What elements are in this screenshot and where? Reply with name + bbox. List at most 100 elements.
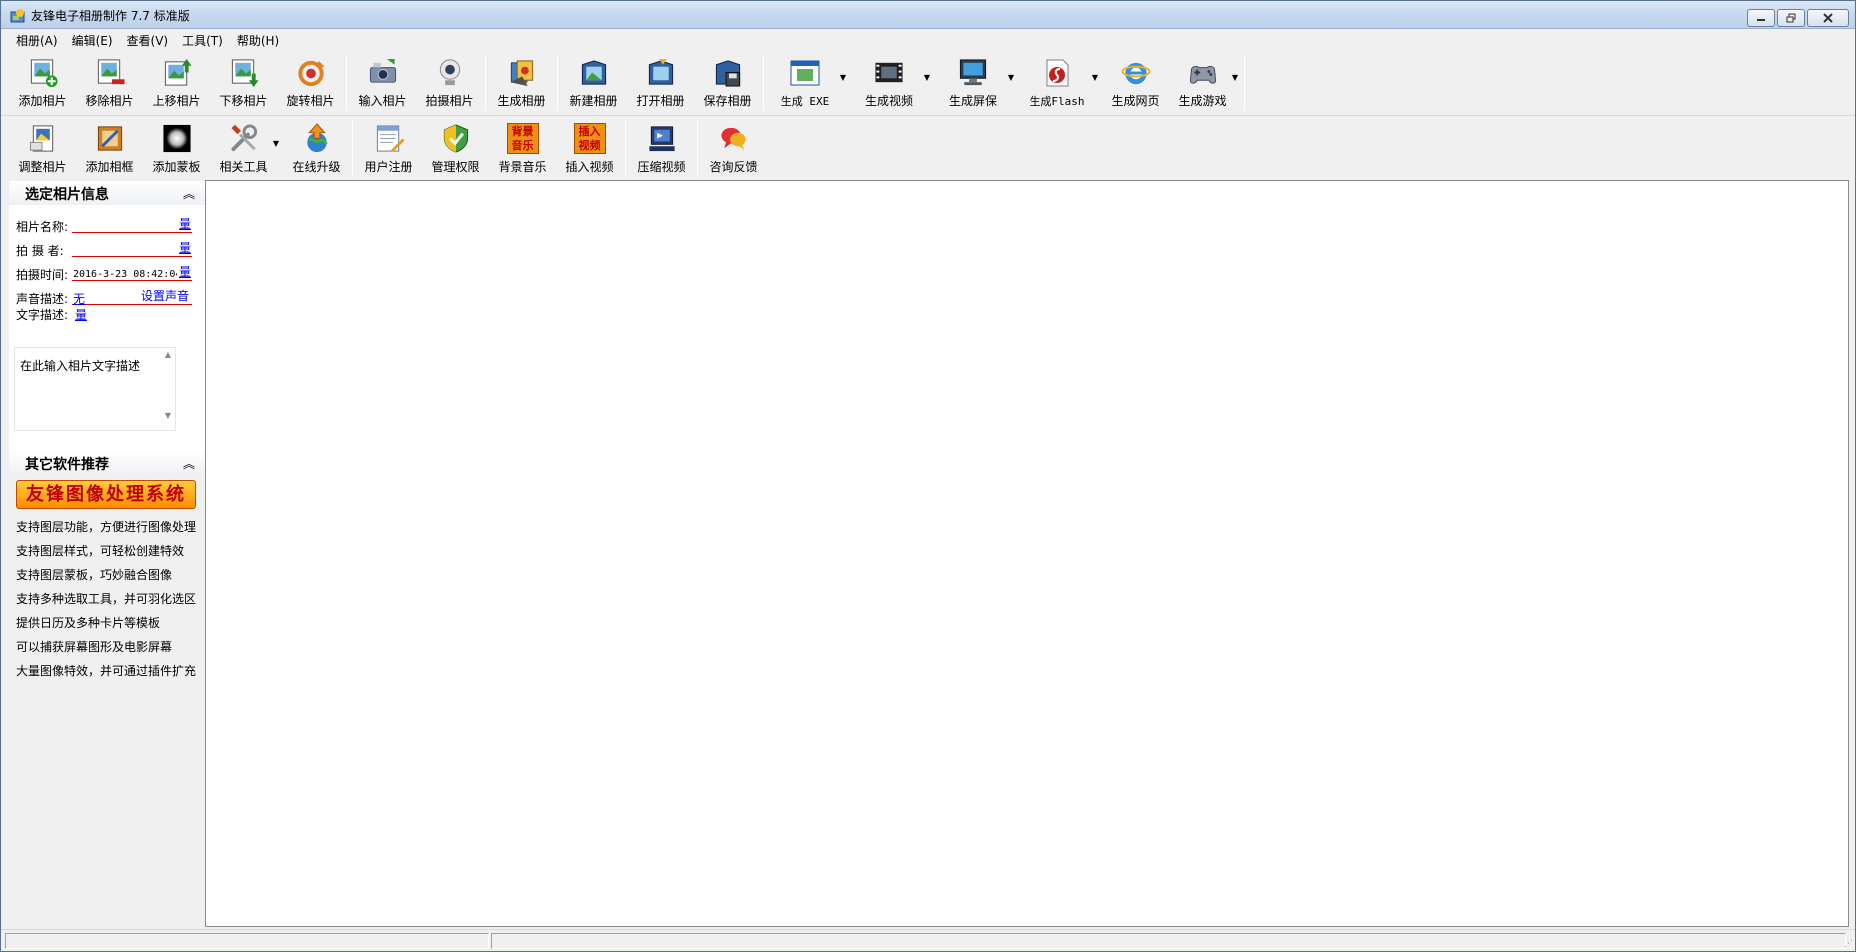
manage-permissions-button[interactable]: 管理权限 bbox=[422, 117, 489, 175]
generate-exe-dropdown[interactable]: ▼ bbox=[836, 51, 850, 109]
list-item: 支持图层蒙板，巧妙融合图像 bbox=[16, 568, 173, 582]
related-tools-button[interactable]: 相关工具 bbox=[210, 117, 277, 175]
text-desc-batch-link[interactable]: 量 bbox=[75, 306, 87, 323]
toolbar-separator bbox=[625, 121, 626, 177]
menu-tools[interactable]: 工具(T) bbox=[175, 30, 230, 51]
remove-photo-button[interactable]: 移除相片 bbox=[76, 51, 143, 109]
album-workspace[interactable] bbox=[205, 180, 1849, 927]
save-album-label: 保存相册 bbox=[703, 94, 752, 108]
new-album-label: 新建相册 bbox=[569, 94, 618, 108]
list-item: 提供日历及多种卡片等模板 bbox=[16, 616, 161, 630]
resize-grip-icon[interactable]: ⋰ bbox=[1844, 939, 1853, 949]
window-title: 友锋电子相册制作 7.7 标准版 bbox=[31, 9, 190, 23]
add-frame-button[interactable]: 添加相框 bbox=[76, 117, 143, 175]
image-system-banner[interactable]: 友锋图像处理系统 bbox=[16, 480, 196, 509]
generate-exe-button[interactable]: 生成 EXE bbox=[766, 51, 844, 109]
generate-screensaver-button[interactable]: 生成屏保 bbox=[934, 51, 1012, 109]
photographer-batch-link[interactable]: 量 bbox=[179, 239, 191, 256]
save-album-button[interactable]: 保存相册 bbox=[694, 51, 761, 109]
generate-game-dropdown[interactable]: ▼ bbox=[1228, 51, 1242, 109]
generate-flash-button[interactable]: 生成Flash bbox=[1018, 51, 1096, 109]
user-register-button[interactable]: 用户注册 bbox=[355, 117, 422, 175]
toolbar-separator bbox=[697, 121, 698, 177]
restore-button[interactable] bbox=[1777, 9, 1805, 27]
toolbar-separator bbox=[1244, 55, 1245, 111]
menu-album[interactable]: 相册(A) bbox=[9, 30, 65, 51]
toolbar-separator bbox=[485, 55, 486, 111]
webcam-icon bbox=[439, 59, 460, 86]
collapse-icon[interactable]: ︽ bbox=[183, 185, 195, 202]
remove-photo-label: 移除相片 bbox=[85, 94, 134, 108]
generate-album-button[interactable]: 生成相册 bbox=[488, 51, 555, 109]
capture-photo-label: 拍摄相片 bbox=[425, 94, 474, 108]
photographer-label: 拍 摄 者: bbox=[16, 244, 64, 258]
scroll-down-icon[interactable]: ▼ bbox=[161, 411, 175, 420]
menu-help[interactable]: 帮助(H) bbox=[230, 30, 286, 51]
new-album-icon bbox=[581, 60, 606, 85]
sound-desc-value[interactable]: 无 bbox=[73, 290, 85, 307]
related-tools-dropdown[interactable]: ▼ bbox=[269, 117, 283, 175]
recommend-header[interactable]: 其它软件推荐 ︽ bbox=[9, 451, 205, 475]
toolbar-separator bbox=[557, 55, 558, 111]
set-sound-link[interactable]: 设置声音 bbox=[141, 287, 189, 304]
move-up-button[interactable]: 上移相片 bbox=[143, 51, 210, 109]
menu-edit[interactable]: 编辑(E) bbox=[65, 30, 120, 51]
background-music-icon: 背景 音乐 bbox=[506, 123, 539, 154]
move-up-label: 上移相片 bbox=[152, 94, 201, 108]
menu-view[interactable]: 查看(V) bbox=[120, 30, 176, 51]
photo-info-header[interactable]: 选定相片信息 ︽ bbox=[9, 181, 205, 205]
toolbar-separator bbox=[346, 55, 347, 111]
related-tools-label: 相关工具 bbox=[219, 160, 268, 174]
monitor-icon bbox=[959, 59, 987, 86]
open-album-button[interactable]: 打开相册 bbox=[627, 51, 694, 109]
add-photo-icon bbox=[30, 59, 58, 88]
app-icon bbox=[10, 9, 25, 23]
minimize-button[interactable] bbox=[1747, 9, 1775, 27]
import-photo-button[interactable]: 输入相片 bbox=[349, 51, 416, 109]
photo-name-field[interactable] bbox=[72, 219, 192, 233]
generate-game-label: 生成游戏 bbox=[1178, 94, 1227, 108]
sound-desc-label: 声音描述: bbox=[16, 292, 69, 306]
title-bar: 友锋电子相册制作 7.7 标准版 bbox=[1, 1, 1855, 29]
generate-video-dropdown[interactable]: ▼ bbox=[920, 51, 934, 109]
new-album-button[interactable]: 新建相册 bbox=[560, 51, 627, 109]
photo-name-label: 相片名称: bbox=[16, 220, 69, 234]
save-album-icon bbox=[715, 60, 740, 87]
photographer-field[interactable] bbox=[72, 243, 192, 257]
close-button[interactable] bbox=[1807, 9, 1849, 27]
collapse-icon[interactable]: ︽ bbox=[183, 455, 195, 472]
feedback-button[interactable]: 咨询反馈 bbox=[700, 117, 767, 175]
generate-flash-label: 生成Flash bbox=[1029, 95, 1085, 108]
capture-time-batch-link[interactable]: 量 bbox=[179, 263, 191, 280]
adjust-photo-icon bbox=[29, 125, 53, 152]
insert-video-button[interactable]: 插入 视频 插入视频 bbox=[556, 117, 623, 175]
generate-webpage-button[interactable]: 生成网页 bbox=[1102, 51, 1169, 109]
description-scrollbar[interactable]: ▲ ▼ bbox=[161, 348, 175, 430]
background-music-button[interactable]: 背景 音乐 背景音乐 bbox=[489, 117, 556, 175]
photo-description-textarea[interactable]: 在此输入相片文字描述 ▲ ▼ bbox=[14, 347, 176, 431]
add-photo-button[interactable]: 添加相片 bbox=[9, 51, 76, 109]
list-item: 大量图像特效，并可通过插件扩充 bbox=[16, 664, 197, 678]
compress-video-label: 压缩视频 bbox=[637, 160, 686, 174]
generate-video-button[interactable]: 生成视频 bbox=[850, 51, 928, 109]
generate-screensaver-dropdown[interactable]: ▼ bbox=[1004, 51, 1018, 109]
adjust-photo-button[interactable]: 调整相片 bbox=[9, 117, 76, 175]
generate-game-button[interactable]: 生成游戏 bbox=[1169, 51, 1236, 109]
generate-album-icon bbox=[509, 60, 533, 87]
online-upgrade-button[interactable]: 在线升级 bbox=[283, 117, 350, 175]
rotate-photo-button[interactable]: 旋转相片 bbox=[277, 51, 344, 109]
photo-name-batch-link[interactable]: 量 bbox=[179, 215, 191, 232]
close-icon bbox=[1823, 13, 1833, 23]
generate-album-label: 生成相册 bbox=[497, 94, 546, 108]
move-down-button[interactable]: 下移相片 bbox=[210, 51, 277, 109]
insert-video-icon: 插入 视频 bbox=[573, 123, 606, 154]
generate-screensaver-label: 生成屏保 bbox=[948, 94, 997, 108]
open-album-icon bbox=[648, 58, 673, 85]
scroll-up-icon[interactable]: ▲ bbox=[161, 350, 175, 359]
minimize-icon bbox=[1757, 19, 1765, 21]
capture-time-value: 2016-3-23 08:42:04 bbox=[73, 269, 177, 280]
add-mask-button[interactable]: 添加蒙板 bbox=[143, 117, 210, 175]
generate-flash-dropdown[interactable]: ▼ bbox=[1088, 51, 1102, 109]
compress-video-button[interactable]: 压缩视频 bbox=[628, 117, 695, 175]
capture-photo-button[interactable]: 拍摄相片 bbox=[416, 51, 483, 109]
